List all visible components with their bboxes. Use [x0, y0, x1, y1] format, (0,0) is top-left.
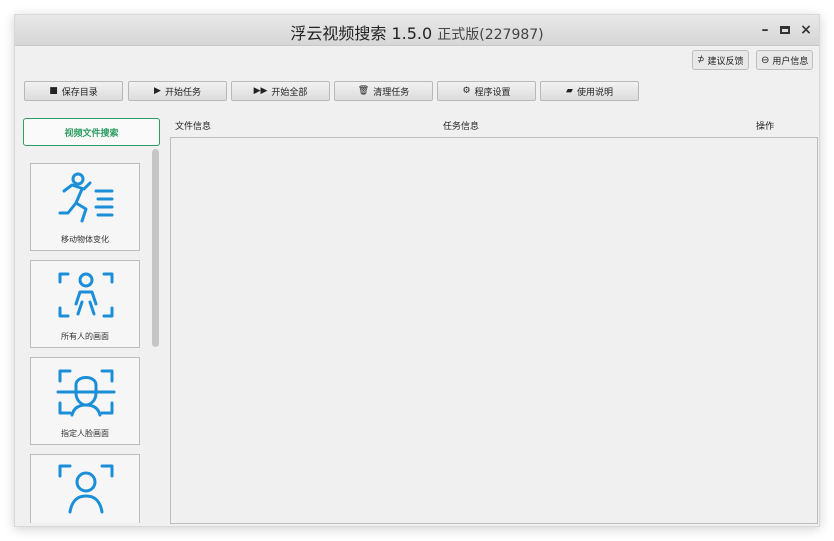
feature-label: 移动物体变化: [61, 235, 109, 244]
app-version: 正式版(227987): [437, 27, 544, 43]
sidebar-scrollbar[interactable]: [152, 149, 159, 347]
column-actions: 操作: [756, 122, 775, 132]
close-button[interactable]: ×: [795, 19, 817, 41]
running-person-icon: [58, 172, 114, 223]
feature-card-profile[interactable]: [30, 454, 140, 523]
play-icon: ▶: [154, 86, 161, 96]
column-file-info: 文件信息: [175, 122, 212, 132]
start-all-label: 开始全部: [271, 87, 308, 98]
clear-task-button[interactable]: 🗑 清理任务: [334, 81, 433, 101]
rss-icon: ⊅: [697, 55, 705, 65]
start-task-label: 开始任务: [164, 87, 201, 98]
window-title: 浮云视频搜索 1.5.0 正式版(227987): [15, 20, 819, 44]
column-task-info: 任务信息: [443, 122, 480, 132]
start-task-button[interactable]: ▶ 开始任务: [128, 81, 227, 101]
user-info-button[interactable]: ⊖ 用户信息: [756, 50, 814, 70]
maximize-icon: [780, 26, 790, 34]
feature-list: 移动物体变化 所有人的画面 指定人脸画面: [23, 150, 160, 523]
clear-task-label: 清理任务: [373, 87, 410, 98]
person-scan-icon: [58, 272, 114, 318]
feature-label: 所有人的画面: [61, 332, 109, 341]
fast-forward-icon: ▶▶: [253, 86, 268, 96]
task-list-area[interactable]: [170, 137, 818, 524]
settings-button[interactable]: ⚙ 程序设置: [437, 81, 536, 101]
face-scan-icon: [56, 369, 116, 417]
feedback-button[interactable]: ⊅ 建议反馈: [692, 50, 749, 70]
feature-card-face[interactable]: 指定人脸画面: [30, 357, 140, 445]
book-icon: ▰: [566, 86, 573, 96]
save-dir-button[interactable]: ■ 保存目录: [24, 81, 123, 101]
feature-card-motion[interactable]: 移动物体变化: [30, 163, 140, 251]
user-icon: ⊖: [761, 54, 770, 66]
settings-label: 程序设置: [474, 87, 511, 98]
title-bar: 浮云视频搜索 1.5.0 正式版(227987) – ×: [15, 15, 819, 46]
feature-label: 指定人脸画面: [61, 429, 109, 438]
video-search-tab[interactable]: 视频文件搜索: [23, 118, 160, 146]
gear-icon: ⚙: [462, 86, 471, 96]
maximize-button[interactable]: [774, 19, 796, 41]
trash-icon: 🗑: [357, 86, 370, 96]
minimize-button[interactable]: –: [754, 19, 776, 41]
profile-scan-icon: [58, 464, 114, 514]
app-title: 浮云视频搜索 1.5.0: [290, 24, 433, 43]
save-dir-label: 保存目录: [61, 87, 98, 98]
user-info-label: 用户信息: [772, 56, 809, 67]
app-window: 浮云视频搜索 1.5.0 正式版(227987) – × ⊅ 建议反馈 ⊖ 用户…: [14, 14, 820, 527]
feature-card-all-persons[interactable]: 所有人的画面: [30, 260, 140, 348]
manual-button[interactable]: ▰ 使用说明: [540, 81, 639, 101]
folder-icon: ■: [49, 86, 58, 96]
feedback-label: 建议反馈: [707, 56, 744, 67]
start-all-button[interactable]: ▶▶ 开始全部: [231, 81, 330, 101]
manual-label: 使用说明: [576, 87, 613, 98]
